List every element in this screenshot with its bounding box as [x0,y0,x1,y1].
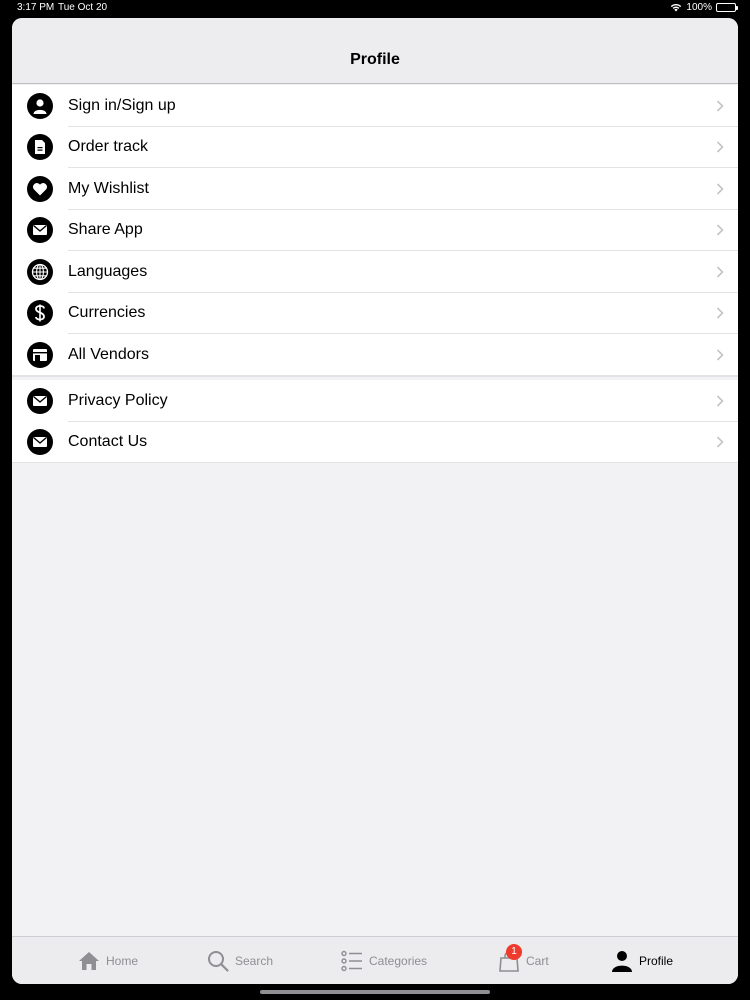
menu-item-label: Languages [68,262,148,280]
user-icon [27,92,53,119]
menu-item-label: Contact Us [68,433,148,451]
chevron-right-icon [716,349,724,361]
home-icon [79,952,99,970]
chevron-right-icon [716,307,724,319]
menu-item-share-app[interactable]: Share App [12,210,738,251]
menu-item-sign-in[interactable]: Sign in/Sign up [12,85,738,127]
tab-bar: Home Search Categories 1 Cart Profile [12,936,738,984]
tab-label: Search [235,954,274,968]
list-icon [341,950,362,972]
menu-group-account: Sign in/Sign up Order track My Wishlist … [12,85,738,376]
person-icon [612,951,632,972]
chevron-right-icon [716,100,724,112]
chevron-right-icon [716,395,724,407]
status-date: Tue Oct 20 [58,2,108,13]
app-screen: Profile Sign in/Sign up Order track My W… [12,18,738,984]
menu-item-label: All Vendors [68,345,149,363]
tab-categories[interactable]: Categories [341,947,427,975]
menu-item-languages[interactable]: Languages [12,251,738,293]
menu-item-order-track[interactable]: Order track [12,127,738,168]
envelope-icon [27,217,53,244]
envelope-icon [27,387,53,414]
chevron-right-icon [716,183,724,195]
heart-icon [27,175,53,202]
store-icon [27,341,53,368]
menu-group-info: Privacy Policy Contact Us [12,380,738,463]
chevron-right-icon [716,141,724,153]
tab-label: Cart [526,954,549,968]
menu-item-wishlist[interactable]: My Wishlist [12,168,738,210]
tab-profile[interactable]: Profile [611,947,673,975]
navigation-bar: Profile [12,18,738,84]
page-title: Profile [350,51,400,68]
menu-item-label: Privacy Policy [68,391,168,409]
status-indicators: 100% [670,2,738,13]
cart-icon-wrapper: 1 [498,944,522,972]
menu-item-all-vendors[interactable]: All Vendors [12,334,738,376]
dollar-icon [27,300,53,327]
tab-label: Categories [369,954,428,968]
tab-label: Profile [639,954,674,968]
home-indicator[interactable] [260,990,490,994]
menu-item-privacy-policy[interactable]: Privacy Policy [12,380,738,422]
tab-home[interactable]: Home [78,947,138,975]
search-icon [208,951,229,972]
globe-icon [27,258,53,285]
status-bar: 3:17 PM Tue Oct 20 100% [0,0,750,16]
menu-item-label: My Wishlist [68,179,149,197]
tab-label: Home [106,954,139,968]
tab-search[interactable]: Search [207,947,273,975]
chevron-right-icon [716,436,724,448]
battery-icon [716,3,738,12]
menu-item-label: Currencies [68,304,146,322]
status-time: 3:17 PM [17,2,55,13]
battery-percent: 100% [686,2,712,13]
menu-item-currencies[interactable]: Currencies [12,293,738,334]
cart-badge: 1 [506,944,522,960]
chevron-right-icon [716,266,724,278]
menu-item-label: Share App [68,221,143,239]
menu-item-contact-us[interactable]: Contact Us [12,422,738,463]
document-icon [27,134,53,161]
menu-item-label: Sign in/Sign up [68,96,176,114]
envelope-icon [27,429,53,456]
chevron-right-icon [716,224,724,236]
wifi-icon [671,4,682,12]
tab-cart[interactable]: 1 Cart [498,944,549,975]
menu-item-label: Order track [68,138,149,156]
